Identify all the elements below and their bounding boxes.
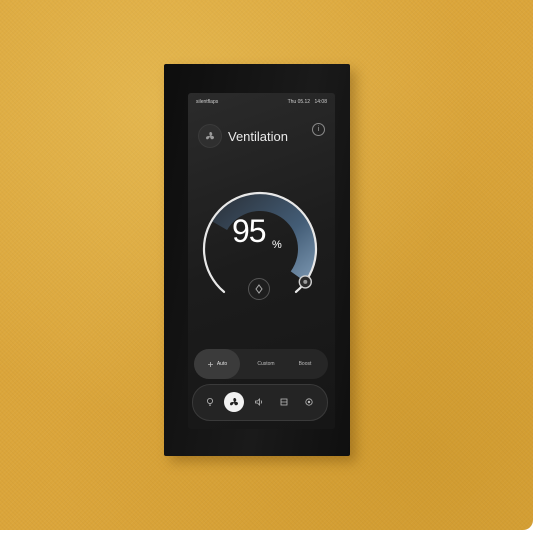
preset-selector: Auto Custom Boost xyxy=(194,349,328,379)
touch-screen: silentflaps Thu 05.12 14:08 Ventilation … xyxy=(188,93,335,429)
status-time: 14:08 xyxy=(314,99,327,105)
brand-logo: silentflaps xyxy=(196,99,219,105)
auto-mode-icon xyxy=(207,361,213,367)
nav-lighting[interactable] xyxy=(200,392,220,412)
drop-icon xyxy=(255,284,263,294)
speaker-icon xyxy=(255,398,262,406)
status-day: Thu 05.12 xyxy=(287,99,311,105)
fan-icon xyxy=(206,132,214,140)
preset-auto[interactable]: Auto xyxy=(194,349,240,379)
fan-icon xyxy=(230,398,238,406)
nav-sound[interactable] xyxy=(249,392,269,412)
lightbulb-icon xyxy=(207,398,213,406)
preset-label: Auto xyxy=(216,361,228,367)
ventilation-mode-button[interactable] xyxy=(198,124,222,148)
preset-boost[interactable]: Boost xyxy=(286,349,324,379)
gauge-unit: % xyxy=(272,239,282,251)
preset-custom[interactable]: Custom xyxy=(246,349,286,379)
gauge-value: 95 xyxy=(232,213,267,249)
bottom-nav xyxy=(192,384,328,421)
gauge-handle[interactable] xyxy=(298,275,313,289)
page-title: Ventilation xyxy=(228,129,288,144)
power-button[interactable] xyxy=(248,278,270,300)
nav-settings[interactable] xyxy=(299,392,319,412)
preset-label: Custom xyxy=(257,361,275,367)
settings-icon xyxy=(305,398,313,406)
status-bar: silentflaps Thu 05.12 14:08 xyxy=(196,99,327,109)
preset-label: Boost xyxy=(298,361,312,367)
nav-blinds[interactable] xyxy=(274,392,294,412)
info-icon[interactable]: i xyxy=(312,123,325,136)
window-icon xyxy=(280,398,288,406)
nav-ventilation[interactable] xyxy=(224,392,244,412)
